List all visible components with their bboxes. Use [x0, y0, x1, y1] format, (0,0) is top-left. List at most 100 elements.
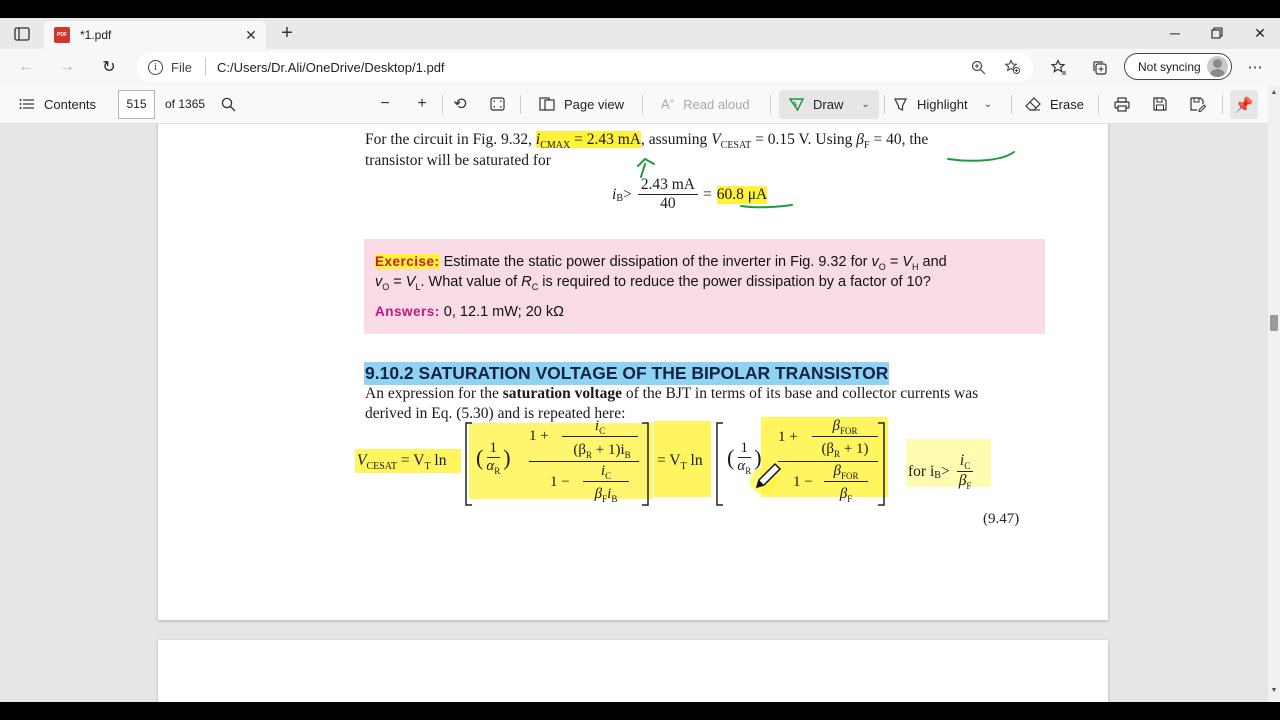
br-plus-one-term: (βR + 1) — [812, 441, 878, 459]
equals-sign: = — [702, 185, 712, 203]
avatar — [1207, 56, 1228, 77]
add-favorite-button[interactable] — [1002, 58, 1022, 76]
eraser-icon — [1025, 97, 1041, 111]
address-bar: ← → ↻ i File C:/Users/Dr.Ali/OneDrive/De… — [0, 49, 1280, 85]
highlighter-icon — [894, 97, 907, 111]
page-view-icon — [539, 97, 555, 111]
left-bracket — [716, 422, 723, 506]
toolbar-divider — [642, 95, 643, 114]
pen-cursor-icon — [750, 462, 782, 494]
zoom-in-button[interactable]: + — [410, 92, 434, 116]
close-paren: ) — [503, 445, 511, 470]
save-icon — [1153, 97, 1167, 111]
search-icon — [221, 97, 235, 111]
rotate-icon: ⟲ — [453, 96, 467, 113]
ib-result: 60.8 μA — [716, 185, 768, 204]
tab-active[interactable]: PDF *1.pdf ✕ — [44, 21, 266, 49]
scroll-up-arrow-icon[interactable]: ▲ — [1270, 89, 1278, 96]
br-ib-term: (βR + 1)iB — [562, 442, 642, 460]
restore-icon — [1211, 27, 1223, 39]
settings-menu-button[interactable]: ⋯ — [1242, 55, 1268, 79]
read-aloud-button[interactable]: A» Read aloud — [661, 85, 750, 123]
toolbar-divider — [520, 95, 521, 114]
address-field[interactable]: i File C:/Users/Dr.Ali/OneDrive/Desktop/… — [137, 52, 1033, 82]
ln-text: ln — [430, 452, 447, 469]
pin-toolbar-button[interactable]: 📌 — [1230, 90, 1258, 119]
vt-symbol: = V — [397, 452, 425, 469]
pdf-toolbar: Contents 515 of 1365 − + ⟲ Page view A» … — [0, 85, 1280, 124]
one-plus: 1 + — [778, 429, 798, 445]
beta-for-symbol: β — [833, 463, 841, 479]
draw-tool[interactable]: Draw ⌄ — [789, 85, 870, 123]
vertical-scrollbar[interactable]: ▲ ▼ — [1268, 85, 1280, 702]
refresh-button[interactable]: ↻ — [96, 55, 122, 79]
page-number-input[interactable]: 515 — [118, 90, 155, 119]
list-icon — [19, 99, 34, 109]
numerator: iC — [956, 452, 974, 473]
erase-button[interactable]: Erase — [1025, 85, 1084, 123]
address-divider — [204, 58, 206, 76]
beta-f-subscript: F — [847, 494, 853, 504]
tab-actions-icon — [14, 27, 30, 41]
search-button[interactable] — [216, 92, 240, 116]
ib-subscript: B — [611, 494, 618, 504]
zoom-button[interactable] — [968, 58, 988, 76]
rc-symbol: R — [521, 274, 532, 290]
equals-sign: = — [389, 274, 406, 290]
answers-line: Answers: 0, 12.1 mW; 20 kΩ — [375, 304, 564, 320]
ic-subscript: C — [964, 461, 971, 472]
highlight-button[interactable]: Highlight ⌄ — [893, 85, 992, 123]
print-button[interactable] — [1110, 92, 1134, 116]
paragraph-line-1: An expression for the saturation voltage… — [365, 385, 978, 403]
forward-button[interactable]: → — [54, 55, 80, 79]
zoom-out-button[interactable]: − — [373, 92, 397, 116]
fit-to-page-icon — [489, 97, 505, 111]
ib-subscript: B — [616, 193, 623, 204]
info-icon[interactable]: i — [148, 59, 163, 75]
chevron-down-icon[interactable]: ⌄ — [984, 99, 992, 110]
plus-icon: + — [281, 21, 293, 44]
close-window-button[interactable]: ✕ — [1245, 22, 1275, 44]
exercise-label: Exercise: — [375, 254, 440, 269]
answers-label: Answers: — [375, 304, 440, 319]
bf-ib-term: βFiB — [583, 486, 629, 504]
plus-icon: + — [417, 95, 427, 112]
new-tab-button[interactable]: + — [276, 22, 298, 44]
one-minus: 1 − — [793, 474, 813, 490]
scroll-down-arrow-icon[interactable]: ▼ — [1270, 687, 1278, 694]
rotate-button[interactable]: ⟲ — [448, 92, 472, 116]
chevron-down-icon[interactable]: ⌄ — [861, 99, 869, 110]
toolbar-divider — [1098, 95, 1099, 114]
collections-button[interactable] — [1086, 55, 1112, 79]
paragraph-text: of the BJT in terms of its base and coll… — [622, 385, 979, 402]
back-button[interactable]: ← — [13, 55, 39, 79]
vo-subscript: O — [878, 261, 886, 272]
highlight-label: Highlight — [917, 96, 968, 112]
pdf-viewer[interactable]: For the circuit in Fig. 9.32, iCMAX = 2.… — [0, 124, 1268, 702]
refresh-icon: ↻ — [102, 59, 116, 76]
save-as-button[interactable] — [1186, 92, 1210, 116]
favorites-button[interactable] — [1045, 55, 1071, 79]
close-tab-button[interactable]: ✕ — [242, 26, 260, 44]
ic-subscript: C — [599, 426, 606, 436]
favorites-star-icon — [1050, 59, 1066, 75]
restore-button[interactable] — [1202, 22, 1232, 44]
fit-page-button[interactable] — [485, 92, 509, 116]
sync-status-label: Not syncing — [1138, 59, 1201, 74]
scrollbar-thumb[interactable] — [1270, 315, 1278, 331]
ic-term-2: iC — [583, 463, 629, 482]
tab-actions-button[interactable] — [10, 23, 34, 45]
star-add-icon — [1003, 59, 1020, 74]
contents-button[interactable]: Contents — [19, 85, 96, 123]
minimize-button[interactable]: ─ — [1160, 22, 1190, 44]
section-heading: 9.10.2 SATURATION VOLTAGE OF THE BIPOLAR… — [364, 362, 890, 385]
open-paren: ( — [727, 445, 735, 470]
page-view-button[interactable]: Page view — [539, 85, 624, 123]
beta-for-symbol: β — [832, 418, 840, 434]
profile-sync-button[interactable]: Not syncing — [1124, 53, 1232, 80]
alpha-subscript: R — [494, 466, 501, 476]
save-button[interactable] — [1148, 92, 1172, 116]
plus-one-ib: + 1)i — [592, 442, 625, 458]
url-text[interactable]: C:/Users/Dr.Ali/OneDrive/Desktop/1.pdf — [217, 60, 445, 75]
fraction-bar — [778, 461, 878, 462]
